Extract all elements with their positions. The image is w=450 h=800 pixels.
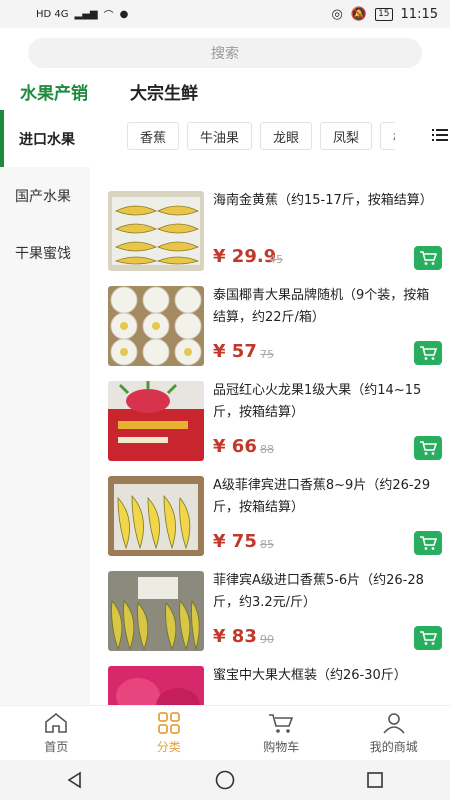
tab-label: 分类: [156, 739, 181, 754]
sidebar-item-dried-fruit[interactable]: 干果蜜饯: [0, 224, 90, 281]
tab-category[interactable]: 分类: [113, 706, 226, 760]
user-icon: [383, 712, 405, 734]
cart-icon: [420, 441, 437, 455]
product-name: 菲律宾A级进口香蕉5-6片（约26-28斤，约3.2元/斤）: [213, 573, 424, 610]
cart-icon: [420, 251, 437, 265]
subcategory-chips: 香蕉 牛油果 龙眼 凤梨 榴: [127, 122, 395, 152]
category-sidebar: 进口水果 国产水果 干果蜜饯: [0, 110, 90, 705]
list-menu-icon[interactable]: [432, 128, 448, 142]
system-nav-bar: [0, 760, 450, 800]
product-image-bananas[interactable]: [108, 571, 204, 651]
product-price: ¥ 75: [213, 531, 257, 552]
product-image-dragon-fruit[interactable]: [108, 381, 204, 461]
product-price: ¥ 83: [213, 626, 257, 647]
tab-cart[interactable]: 购物车: [225, 706, 338, 760]
cart-icon: [420, 536, 437, 550]
add-to-cart-button[interactable]: [414, 246, 442, 270]
sidebar-item-imported-fruit[interactable]: 进口水果: [0, 110, 90, 167]
add-to-cart-button[interactable]: [414, 341, 442, 365]
tab-home[interactable]: 首页: [0, 706, 113, 760]
search-input[interactable]: 搜索: [28, 38, 422, 68]
product-name: 品冠红心火龙果1级大果（约14~15斤，按箱结算）: [213, 383, 422, 420]
add-to-cart-button[interactable]: [414, 436, 442, 460]
product-image-coconuts[interactable]: [108, 286, 204, 366]
chip-banana[interactable]: 香蕉: [127, 122, 180, 150]
product-list: 海南金黄蕉（约15-17斤，按箱结算） ¥ 29.9 45 泰国椰青大果品牌随机…: [100, 190, 450, 746]
product-price: ¥ 29.9: [213, 246, 277, 267]
product-item[interactable]: 海南金黄蕉（约15-17斤，按箱结算） ¥ 29.9 45: [100, 190, 450, 285]
clock: 11:15: [400, 6, 438, 22]
product-image-bananas[interactable]: [108, 191, 204, 271]
product-item[interactable]: 蜜宝中大果大框装（约26-30斤）: [100, 665, 450, 746]
cart-icon: [420, 631, 437, 645]
home-button-icon[interactable]: [215, 770, 235, 790]
wifi-icon: ⌒: [103, 10, 114, 22]
battery-indicator: 15: [375, 7, 393, 21]
add-to-cart-button[interactable]: [414, 626, 442, 650]
product-original-price: 85: [260, 538, 274, 551]
product-item[interactable]: 菲律宾A级进口香蕉5-6片（约26-28斤，约3.2元/斤） ¥ 83 90: [100, 570, 450, 665]
category-title-produce[interactable]: 水果产销: [20, 79, 88, 104]
product-price: ¥ 57: [213, 341, 257, 362]
tab-label: 购物车: [263, 739, 300, 754]
product-price: ¥ 66: [213, 436, 257, 457]
message-icon: ●: [119, 8, 129, 20]
product-original-price: 90: [260, 633, 274, 646]
tab-label: 首页: [44, 739, 69, 754]
sidebar-item-domestic-fruit[interactable]: 国产水果: [0, 167, 90, 224]
cart-icon: [269, 713, 294, 733]
product-name: 泰国椰青大果品牌随机（9个装，按箱结算，约22斤/箱）: [213, 288, 430, 325]
tab-label: 我的商城: [369, 739, 418, 754]
signal-icon: ▂▄▆: [74, 8, 98, 20]
product-name: 蜜宝中大果大框装（约26-30斤）: [213, 668, 407, 683]
recents-icon[interactable]: [366, 771, 384, 789]
home-icon: [45, 712, 68, 733]
product-item[interactable]: A级菲律宾进口香蕉8~9片（约26-29斤，按箱结算） ¥ 75 85: [100, 475, 450, 570]
product-name: 海南金黄蕉（约15-17斤，按箱结算）: [213, 193, 433, 208]
mute-icon: 🔕: [350, 6, 368, 22]
chip-durian[interactable]: 榴: [380, 122, 395, 150]
bottom-tab-bar: 首页 分类 购物车 我的商城: [0, 705, 450, 760]
chip-avocado[interactable]: 牛油果: [187, 122, 253, 150]
category-grid-icon: [157, 711, 180, 734]
chip-longan[interactable]: 龙眼: [260, 122, 313, 150]
product-item[interactable]: 泰国椰青大果品牌随机（9个装，按箱结算，约22斤/箱） ¥ 57 75: [100, 285, 450, 380]
cart-icon: [420, 346, 437, 360]
network-indicator: HD 4G: [36, 8, 69, 20]
category-title-bulk[interactable]: 大宗生鲜: [130, 79, 198, 104]
product-name: A级菲律宾进口香蕉8~9片（约26-29斤，按箱结算）: [213, 478, 431, 515]
product-image-bananas[interactable]: [108, 476, 204, 556]
add-to-cart-button[interactable]: [414, 531, 442, 555]
tab-my-store[interactable]: 我的商城: [338, 706, 450, 760]
back-icon[interactable]: [66, 771, 84, 789]
product-original-price: 88: [260, 443, 274, 456]
product-original-price: 75: [260, 348, 274, 361]
location-icon: ◎: [331, 6, 343, 22]
product-item[interactable]: 品冠红心火龙果1级大果（约14~15斤，按箱结算） ¥ 66 88: [100, 380, 450, 475]
status-bar: HD 4G ▂▄▆ ⌒ ● ◎ 🔕 15 11:15: [0, 0, 450, 28]
chip-pineapple[interactable]: 凤梨: [320, 122, 373, 150]
product-original-price: 45: [269, 253, 283, 266]
